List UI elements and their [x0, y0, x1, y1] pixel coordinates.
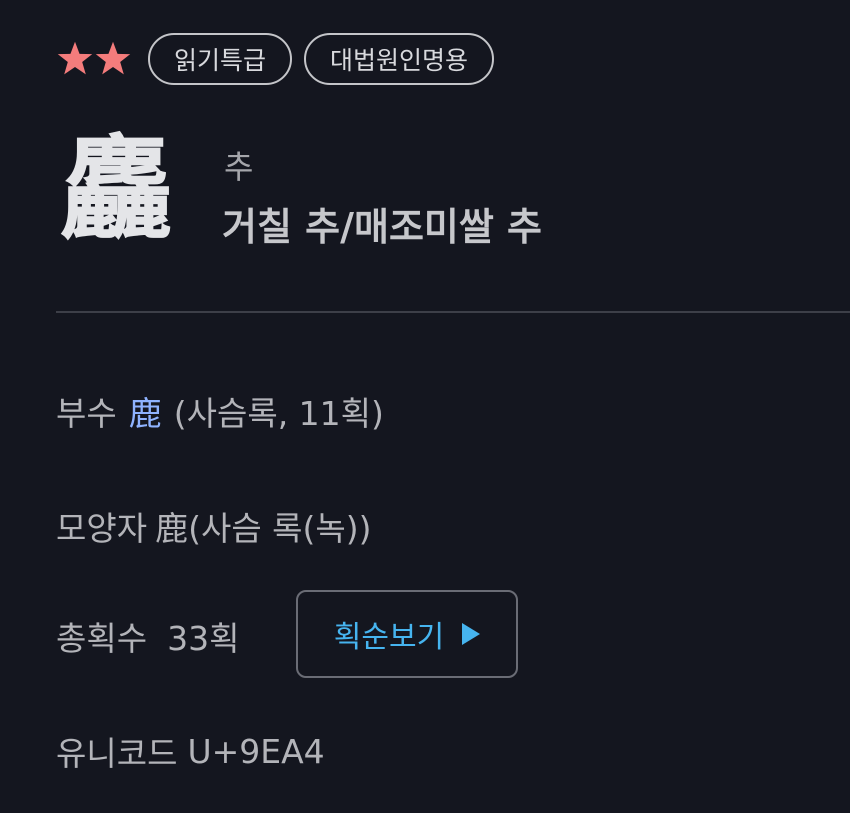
header-row: 읽기특급 대법원인명용	[56, 33, 506, 85]
hanja-reading: 추	[224, 148, 254, 186]
stroke-order-button[interactable]: 획순보기	[296, 590, 518, 678]
stroke-order-label: 획순보기	[333, 620, 445, 655]
radical-label: 부수	[56, 394, 117, 433]
rating-stars	[56, 41, 132, 77]
tag-court-name-use[interactable]: 대법원인명용	[304, 33, 495, 85]
strokes-value: 33획	[167, 619, 240, 658]
tag-reading-level[interactable]: 읽기특급	[148, 33, 293, 85]
hanja-detail-page: 읽기특급 대법원인명용 麤 추 거칠 추/매조미쌀 추 부수 鹿 (사슴록, 1…	[0, 0, 850, 813]
radical-link[interactable]: 鹿	[129, 387, 162, 435]
shape-char: 鹿	[155, 509, 189, 548]
radical-row: 부수 鹿 (사슴록, 11획)	[56, 387, 384, 435]
shape-row: 모양자 鹿 (사슴 록(녹))	[56, 502, 372, 550]
shape-label: 모양자	[56, 509, 148, 548]
divider	[56, 311, 850, 313]
shape-detail: (사슴 록(녹))	[188, 509, 372, 548]
strokes-row: 총획수 33획	[56, 612, 239, 660]
unicode-row: 유니코드 U+9EA4	[56, 727, 325, 775]
play-icon	[462, 623, 481, 645]
radical-detail: (사슴록, 11획)	[173, 394, 384, 433]
star-icon	[56, 41, 94, 77]
hanja-meaning: 거칠 추/매조미쌀 추	[222, 205, 543, 249]
unicode-label: 유니코드	[56, 734, 178, 773]
unicode-value: U+9EA4	[187, 731, 325, 771]
hanja-character: 麤	[60, 130, 172, 255]
star-icon	[94, 41, 132, 77]
strokes-label: 총획수	[56, 619, 148, 658]
